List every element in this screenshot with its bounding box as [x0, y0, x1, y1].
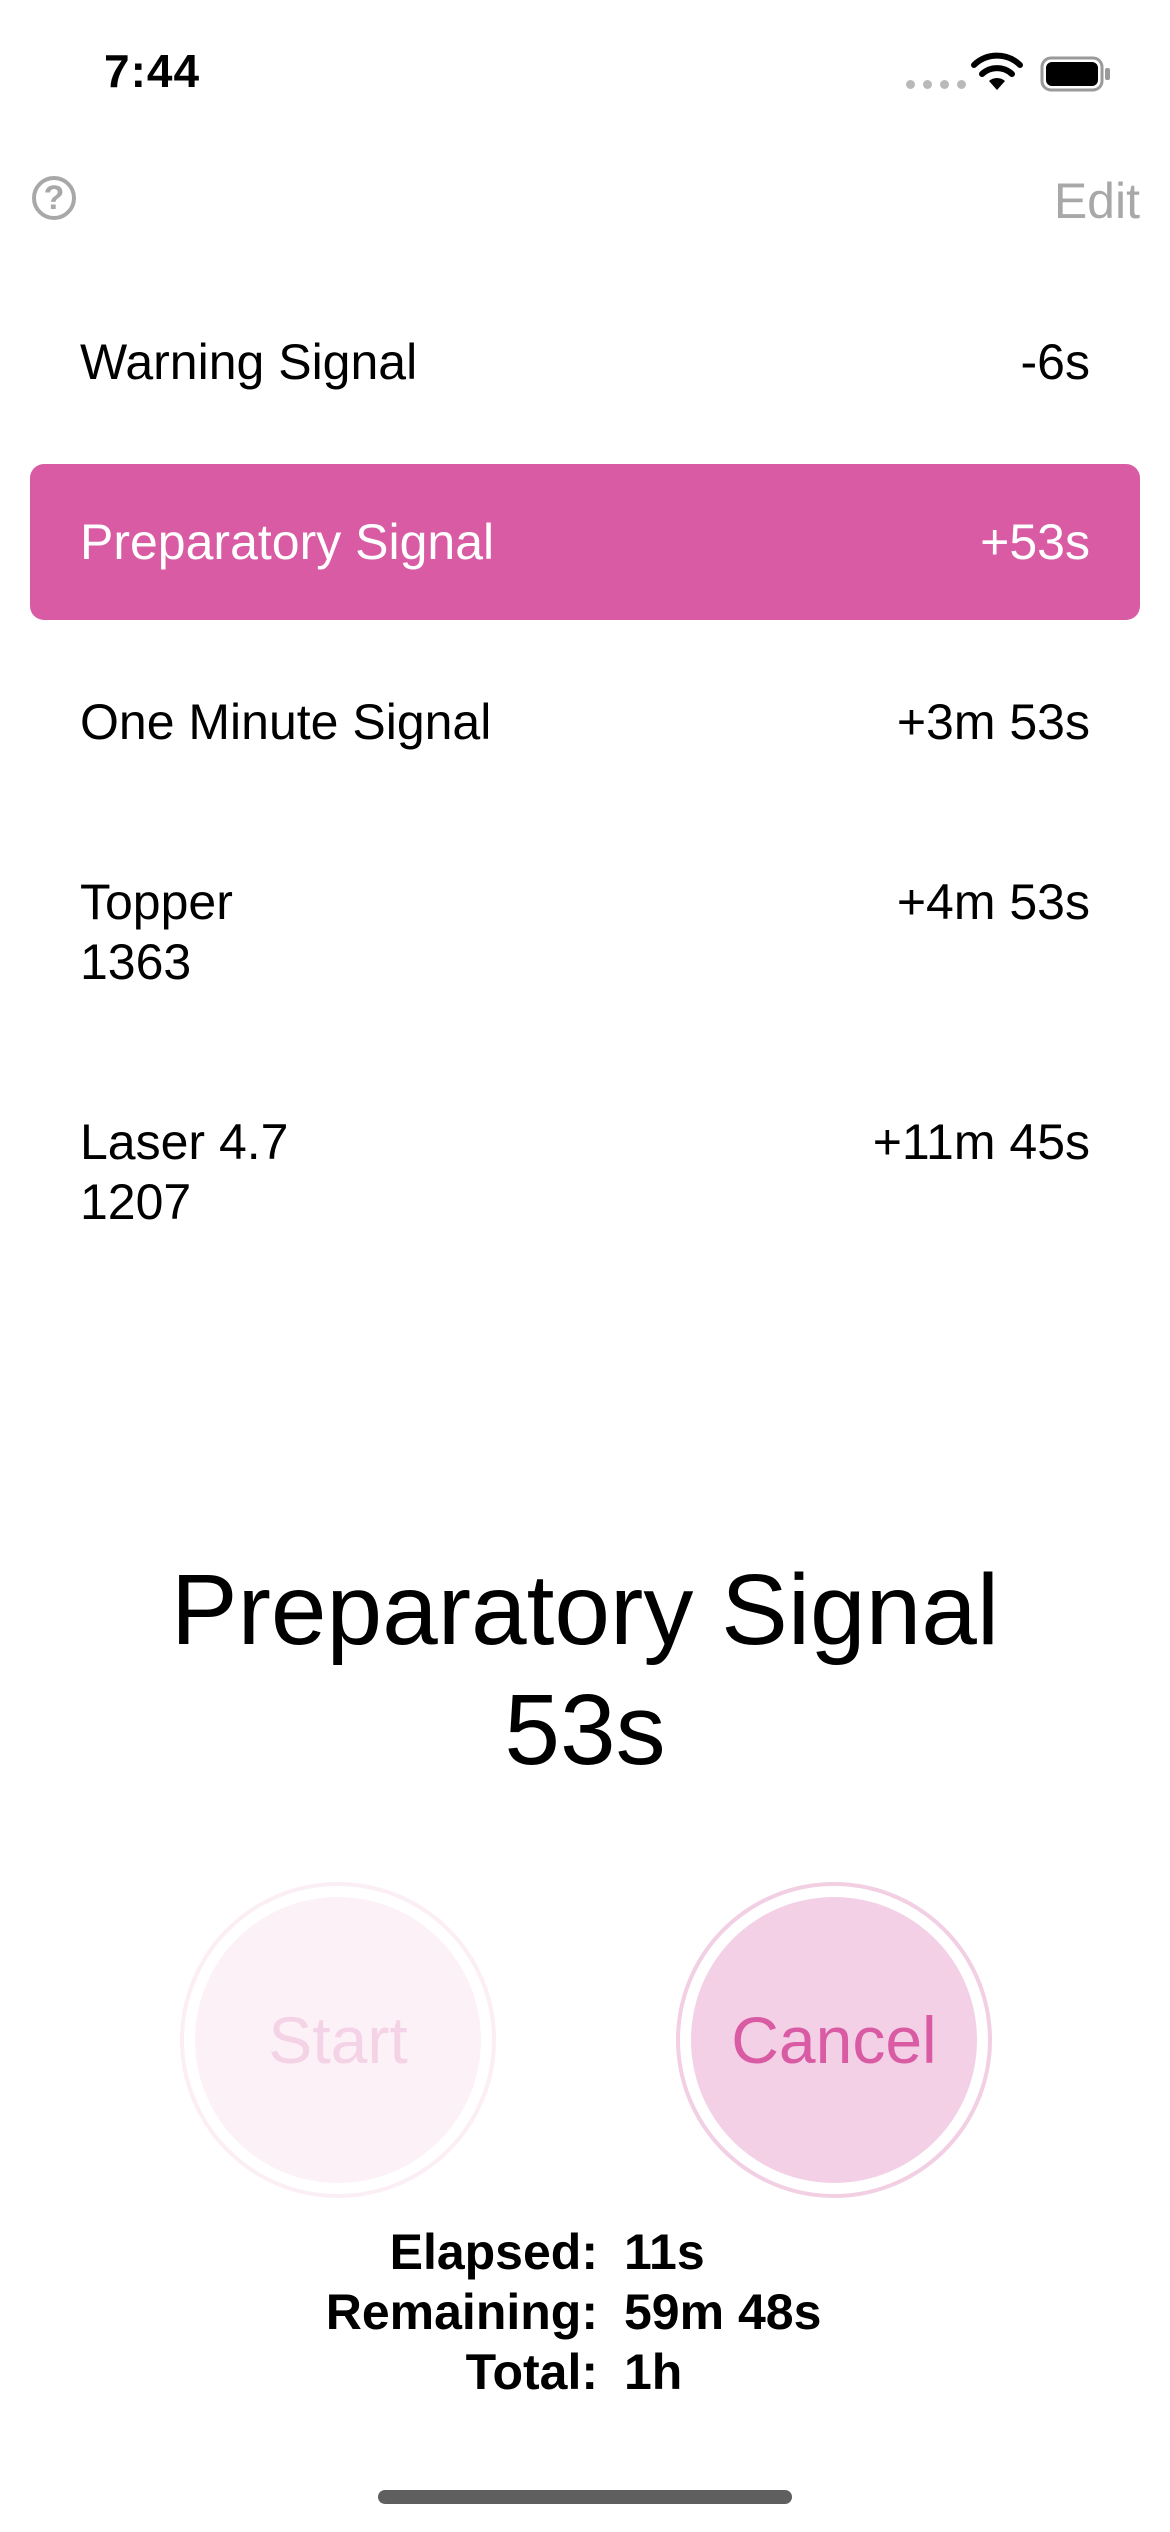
stat-elapsed: Elapsed: 11s	[0, 2222, 1170, 2282]
total-value: 1h	[624, 2344, 683, 2400]
race-stats: Elapsed: 11s Remaining: 59m 48s Total: 1…	[0, 2222, 1170, 2402]
current-countdown: 53s	[504, 1674, 666, 1786]
signal-sail-number: 1207	[80, 1174, 192, 1230]
start-button[interactable]: Start	[180, 1882, 496, 2198]
remaining-value: 59m 48s	[624, 2284, 822, 2340]
battery-icon	[1040, 56, 1110, 92]
signal-name: One Minute Signal	[80, 694, 492, 750]
signal-offset: +4m 53s	[896, 874, 1090, 930]
cellular-signal-icon	[906, 80, 966, 89]
cancel-button[interactable]: Cancel	[676, 1882, 992, 2198]
status-time: 7:44	[104, 45, 201, 97]
signal-name: Topper	[80, 874, 233, 930]
list-item-topper[interactable]: Topper 1363 +4m 53s	[30, 872, 1140, 992]
edit-button[interactable]: Edit	[1054, 172, 1140, 230]
home-indicator[interactable]	[378, 2490, 792, 2504]
total-label: Total:	[465, 2344, 598, 2400]
wifi-icon	[971, 52, 1023, 90]
help-icon[interactable]: ?	[32, 176, 76, 220]
signal-name: Laser 4.7	[80, 1114, 289, 1170]
stat-total: Total: 1h	[0, 2342, 1170, 2402]
list-item-preparatory-signal[interactable]: Preparatory Signal +53s	[30, 464, 1140, 620]
current-signal-name: Preparatory Signal	[170, 1554, 1000, 1666]
help-symbol: ?	[43, 178, 65, 217]
remaining-label: Remaining:	[325, 2284, 598, 2340]
list-item-laser[interactable]: Laser 4.7 1207 +11m 45s	[30, 1112, 1140, 1232]
cancel-button-face: Cancel	[691, 1897, 977, 2183]
elapsed-value: 11s	[624, 2224, 705, 2280]
start-button-face: Start	[195, 1897, 481, 2183]
signal-offset: +53s	[980, 514, 1090, 570]
signal-sail-number: 1363	[80, 934, 192, 990]
list-item-warning-signal[interactable]: Warning Signal -6s	[30, 332, 1140, 392]
signal-offset: +3m 53s	[896, 694, 1090, 750]
signal-offset: +11m 45s	[872, 1114, 1090, 1170]
elapsed-label: Elapsed:	[389, 2224, 598, 2280]
stat-remaining: Remaining: 59m 48s	[0, 2282, 1170, 2342]
signal-name: Warning Signal	[80, 334, 418, 390]
signal-offset: -6s	[1020, 334, 1090, 390]
signal-name: Preparatory Signal	[80, 514, 495, 570]
start-label: Start	[268, 2003, 408, 2077]
list-item-one-minute-signal[interactable]: One Minute Signal +3m 53s	[30, 692, 1140, 752]
cancel-label: Cancel	[731, 2003, 937, 2077]
